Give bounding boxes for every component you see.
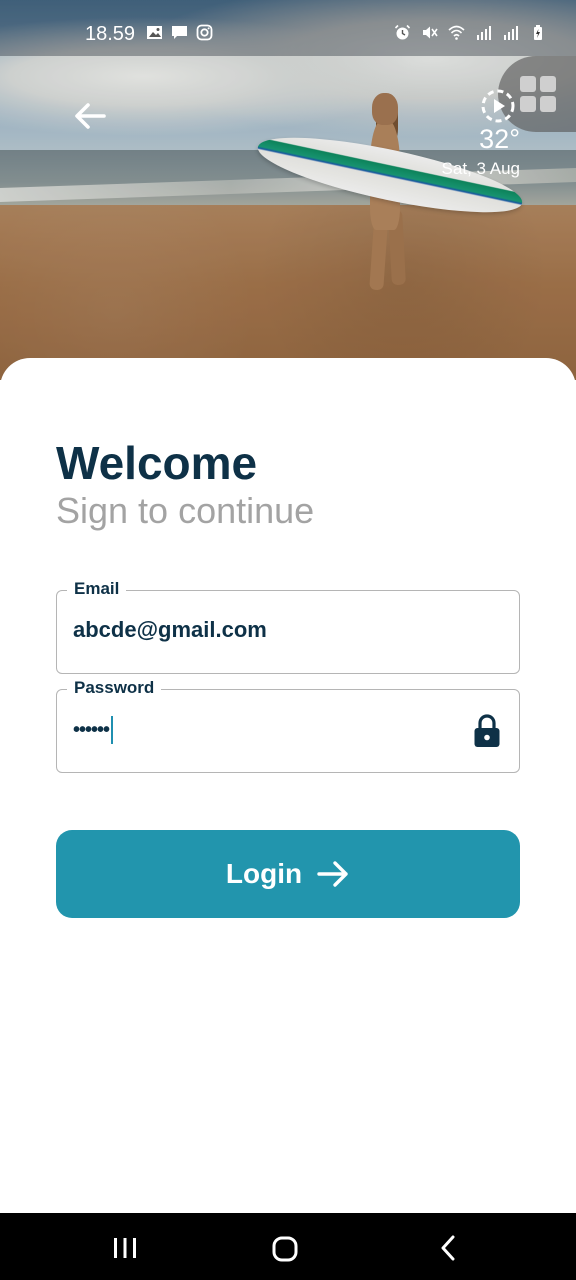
weather-sun-icon xyxy=(481,89,515,123)
wifi-icon xyxy=(448,25,465,40)
page-subtitle: Sign to continue xyxy=(56,490,315,531)
recents-icon[interactable] xyxy=(112,1237,138,1259)
navigation-bar xyxy=(0,1213,576,1280)
arrow-right-icon xyxy=(317,861,348,887)
text-cursor xyxy=(111,716,114,744)
email-value[interactable]: abcde@gmail.com xyxy=(73,617,267,643)
home-icon[interactable] xyxy=(272,1236,298,1262)
login-button[interactable]: Login xyxy=(56,830,520,918)
password-label: Password xyxy=(67,678,162,698)
status-right-icons xyxy=(394,24,546,41)
hero-overlay xyxy=(0,0,576,380)
login-button-label: Login xyxy=(225,858,303,889)
instagram-icon xyxy=(196,24,213,41)
email-field[interactable]: Email abcde@gmail.com xyxy=(56,579,520,674)
apps-grid-icon xyxy=(520,76,556,112)
hero-image xyxy=(0,0,576,380)
mute-icon xyxy=(423,26,438,39)
alarm-icon xyxy=(394,24,411,40)
battery-icon xyxy=(534,25,542,40)
status-left-icons xyxy=(146,24,213,41)
status-bar: 18.59 xyxy=(0,0,576,56)
weather-date: Sat, 3 Aug xyxy=(441,159,520,178)
signal-icon xyxy=(504,26,518,40)
arrow-left-icon[interactable] xyxy=(70,96,110,136)
back-icon[interactable] xyxy=(438,1235,458,1261)
message-icon xyxy=(172,26,187,39)
signal-icon xyxy=(477,26,491,40)
password-field[interactable]: Password •••••• xyxy=(56,678,520,773)
email-label: Email xyxy=(67,579,127,599)
password-value: •••••• xyxy=(73,718,110,741)
status-time: 18.59 xyxy=(85,23,136,45)
password-input[interactable]: •••••• xyxy=(73,716,114,744)
lock-icon[interactable] xyxy=(473,714,501,748)
weather-temperature: 32° xyxy=(479,124,520,154)
page-title: Welcome xyxy=(56,437,258,489)
gallery-icon xyxy=(147,26,162,39)
